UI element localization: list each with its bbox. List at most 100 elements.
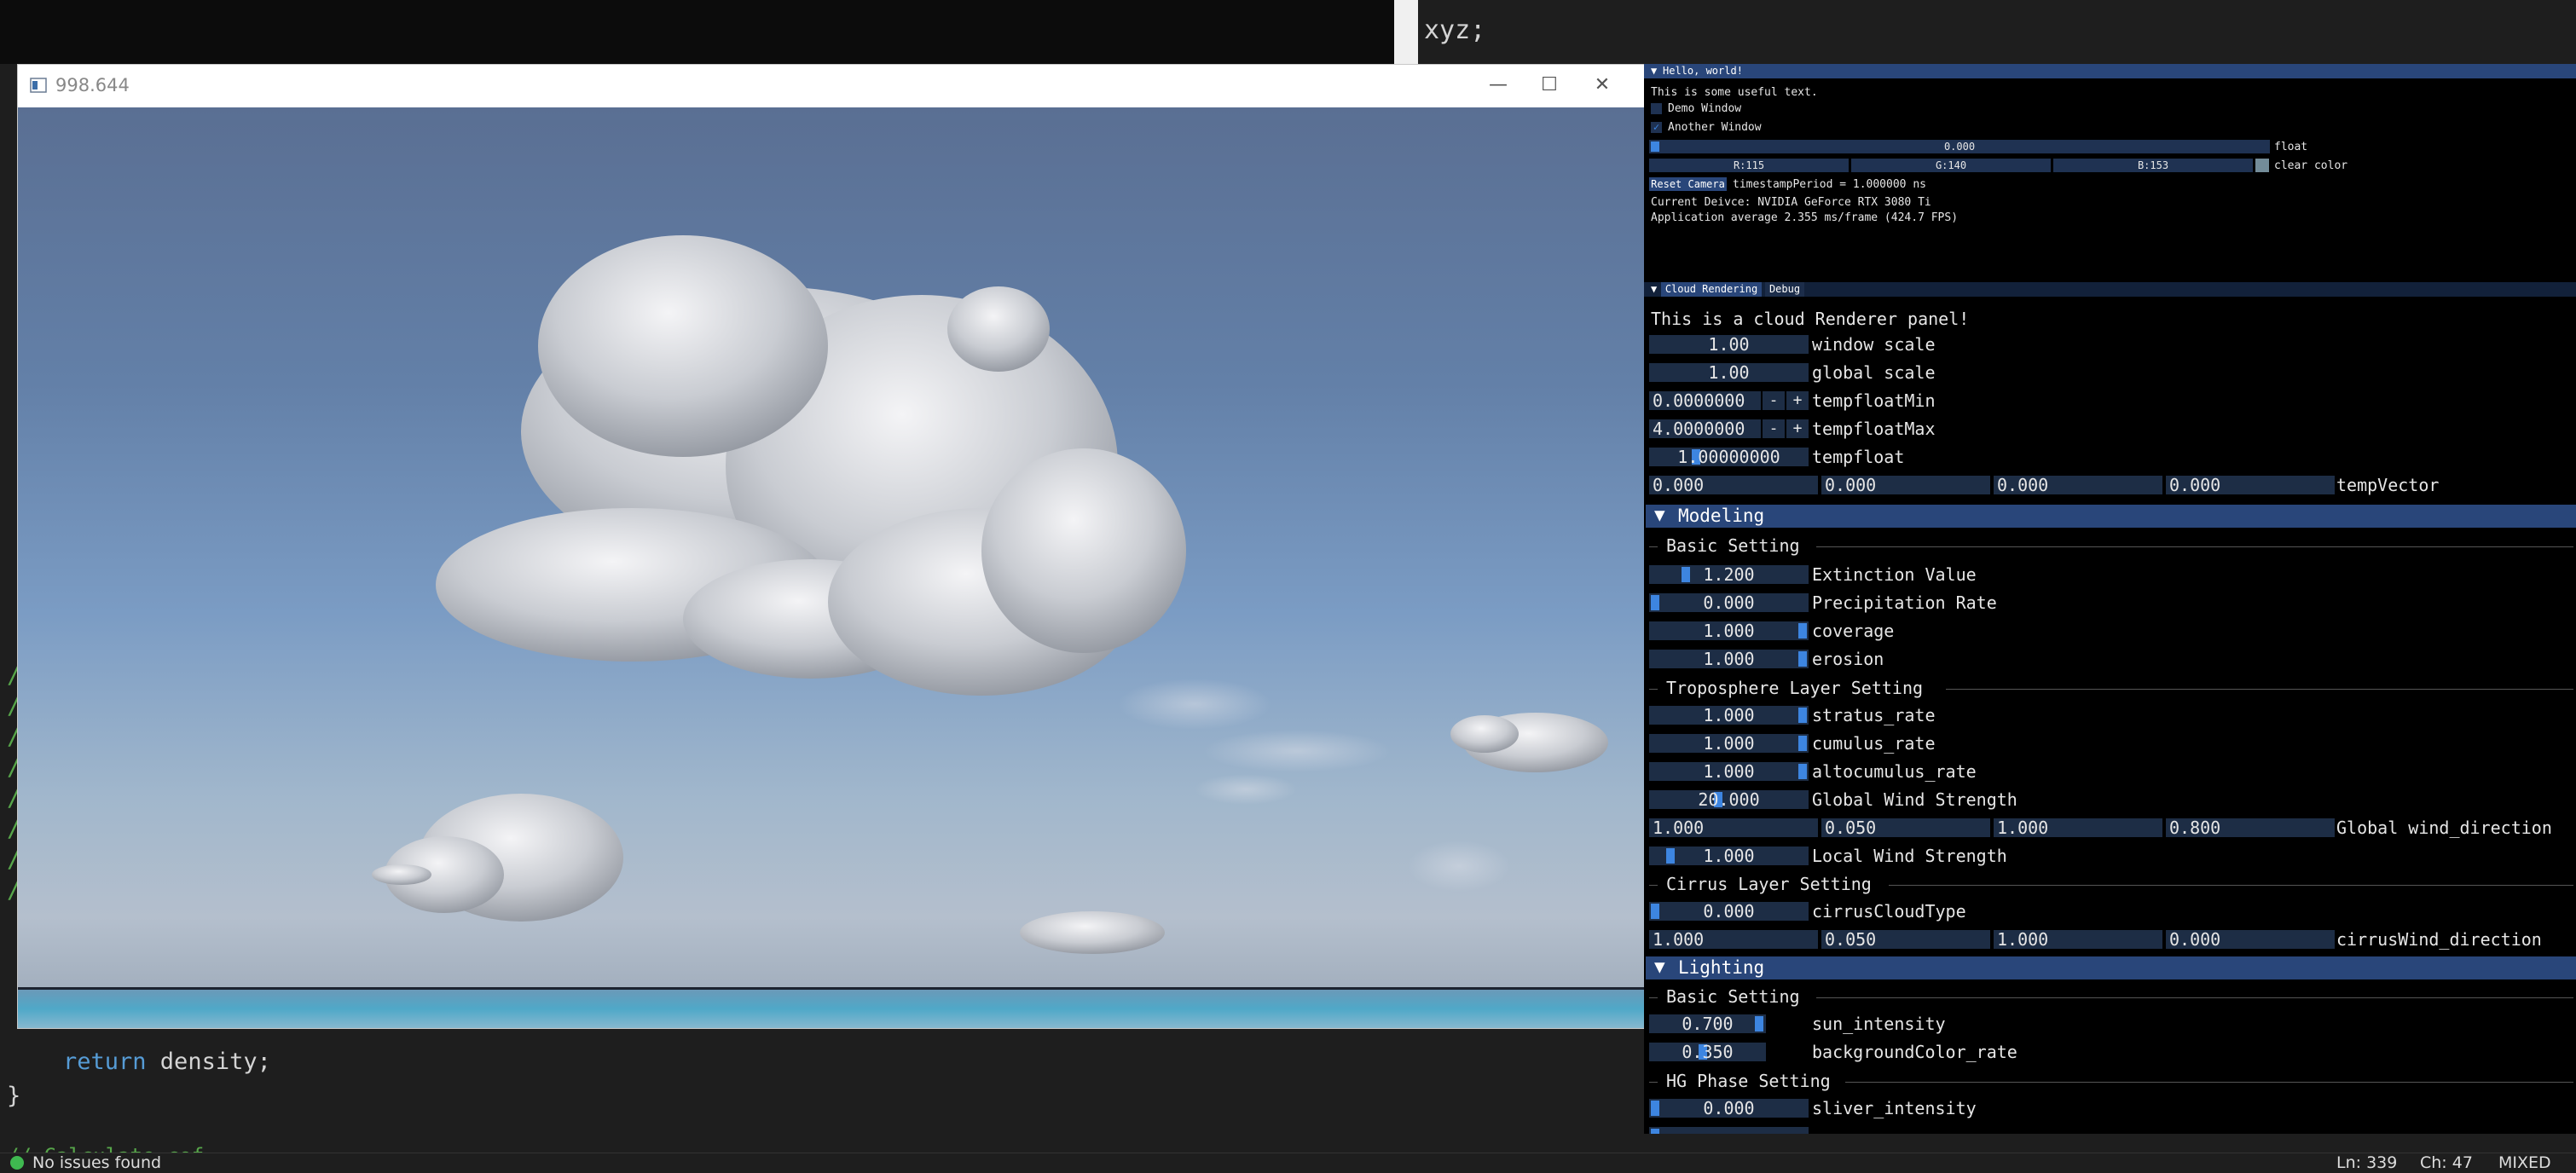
global-wind-dir-z[interactable]: 1.000 <box>1994 818 2162 837</box>
window-scale-value: 1.00 <box>1708 334 1750 355</box>
reset-camera-button[interactable]: Reset Camera <box>1649 177 1727 191</box>
app-window[interactable]: 998.644 — ☐ ✕ <box>17 64 1646 1029</box>
sliver-intensity-slider[interactable]: 0.000 <box>1649 1099 1809 1118</box>
global-wind-slider[interactable]: 20.000 <box>1649 790 1809 809</box>
global-wind-label: Global Wind Strength <box>1812 789 2017 810</box>
precipitation-slider[interactable]: 0.000 <box>1649 593 1809 612</box>
separator <box>1816 997 2573 998</box>
window-titlebar[interactable]: 998.644 — ☐ ✕ <box>18 65 1645 107</box>
float-slider[interactable]: 0.000 <box>1649 140 2270 153</box>
global-scale-label: global scale <box>1812 362 1936 383</box>
coverage-label: coverage <box>1812 621 1895 641</box>
main-cloud <box>436 235 1186 696</box>
tempfloat-slider[interactable]: 1.00000000 <box>1649 448 1809 466</box>
global-wind-dir-x-value: 1.000 <box>1653 818 1705 838</box>
hello-window-header[interactable] <box>1644 64 2576 78</box>
cirrus-wind-dir-w[interactable]: 0.000 <box>2166 930 2335 949</box>
line-indicator[interactable]: Ln: 339 <box>2336 1153 2397 1172</box>
tempfloat-value: 1.00000000 <box>1677 447 1780 467</box>
cirrus-wind-dir-w-value: 0.000 <box>2169 929 2221 950</box>
local-wind-slider[interactable]: 1.000 <box>1649 847 1809 865</box>
erosion-value: 1.000 <box>1703 649 1755 669</box>
modeling-header[interactable]: ▼ Modeling <box>1646 505 2576 528</box>
editor-code-pane-bottom[interactable] <box>0 1027 1646 1155</box>
cumulus-label: cumulus_rate <box>1812 733 1936 754</box>
local-wind-value: 1.000 <box>1703 846 1755 866</box>
cirrus-type-label: cirrusCloudType <box>1812 901 1966 922</box>
clear-color-swatch[interactable] <box>2255 159 2269 172</box>
demo-window-checkbox[interactable] <box>1651 103 1662 114</box>
editor-left-strip: / / / / / / / / <box>0 64 21 1104</box>
tempvector-w[interactable]: 0.000 <box>2166 476 2335 494</box>
tempvector-label: tempVector <box>2336 475 2440 495</box>
cirrus-wind-dir-label: cirrusWind_direction <box>2336 929 2542 950</box>
close-button[interactable]: ✕ <box>1585 72 1619 99</box>
precipitation-value: 0.000 <box>1703 592 1755 613</box>
device-text: Current Deivce: NVIDIA GeForce RTX 3080 … <box>1651 196 1931 209</box>
tempvector-z[interactable]: 0.000 <box>1994 476 2162 494</box>
extinction-slider[interactable]: 1.200 <box>1649 565 1809 584</box>
window-scale-input[interactable]: 1.00 <box>1649 335 1809 354</box>
coverage-slider[interactable]: 1.000 <box>1649 621 1809 640</box>
app-icon <box>30 78 47 93</box>
tab-debug[interactable]: Debug <box>1765 282 1804 297</box>
erosion-label: erosion <box>1812 649 1884 669</box>
color-r-field[interactable]: R:115 <box>1649 159 1849 172</box>
expand-arrow-icon: ▼ <box>1654 956 1665 977</box>
separator <box>1649 689 1658 690</box>
code-line-return: return density; <box>63 1049 271 1075</box>
sliver-spread-slider[interactable] <box>1649 1127 1809 1134</box>
tempfloatmin-value: 0.0000000 <box>1653 390 1745 411</box>
tab-cloud-rendering[interactable]: Cloud Rendering <box>1661 282 1762 297</box>
line-ending-indicator[interactable]: MIXED <box>2498 1153 2551 1172</box>
tempfloatmin-minus-button[interactable]: - <box>1763 391 1785 410</box>
global-wind-dir-z-value: 1.000 <box>1997 818 2049 838</box>
tempvector-w-value: 0.000 <box>2169 475 2221 495</box>
separator <box>1816 546 2573 547</box>
tempvector-y[interactable]: 0.000 <box>1821 476 1990 494</box>
lighting-header[interactable]: ▼ Lighting <box>1646 956 2576 979</box>
global-scale-input[interactable]: 1.00 <box>1649 363 1809 382</box>
color-b-field[interactable]: B:153 <box>2053 159 2253 172</box>
bg-color-rate-value: 0.350 <box>1682 1042 1734 1062</box>
color-g-field[interactable]: G:140 <box>1851 159 2051 172</box>
color-r-value: R:115 <box>1733 159 1765 171</box>
tempfloat-label: tempfloat <box>1812 447 1905 467</box>
erosion-slider[interactable]: 1.000 <box>1649 650 1809 668</box>
column-indicator[interactable]: Ch: 47 <box>2420 1153 2473 1172</box>
cirrus-wind-dir-x[interactable]: 1.000 <box>1649 930 1818 949</box>
useful-text: This is some useful text. <box>1651 86 1818 99</box>
slider-grab[interactable] <box>1651 1129 1659 1134</box>
collapse-arrow-icon[interactable]: ▼ <box>1651 65 1657 77</box>
stratus-value: 1.000 <box>1703 705 1755 725</box>
sun-intensity-value: 0.700 <box>1682 1014 1734 1034</box>
render-viewport[interactable] <box>18 107 1645 1028</box>
global-wind-dir-y[interactable]: 0.050 <box>1821 818 1990 837</box>
global-scale-value: 1.00 <box>1708 362 1750 383</box>
float-value: 0.000 <box>1943 141 1976 153</box>
cumulus-slider[interactable]: 1.000 <box>1649 734 1809 753</box>
another-window-checkbox[interactable]: ✓ <box>1651 122 1662 133</box>
cirrus-type-slider[interactable]: 0.000 <box>1649 902 1809 921</box>
tempfloatmax-plus-button[interactable]: + <box>1786 419 1809 438</box>
global-wind-dir-w[interactable]: 0.800 <box>2166 818 2335 837</box>
sun-intensity-slider[interactable]: 0.700 <box>1649 1014 1766 1033</box>
tempfloatmax-input[interactable]: 4.0000000 <box>1649 419 1761 438</box>
tempvector-x[interactable]: 0.000 <box>1649 476 1818 494</box>
tempfloatmin-plus-button[interactable]: + <box>1786 391 1809 410</box>
maximize-button[interactable]: ☐ <box>1532 72 1566 99</box>
cirrus-wind-dir-z[interactable]: 1.000 <box>1994 930 2162 949</box>
bg-color-rate-slider[interactable]: 0.350 <box>1649 1043 1766 1061</box>
cirrus-wind-dir-y[interactable]: 0.050 <box>1821 930 1990 949</box>
bg-color-rate-label: backgroundColor_rate <box>1812 1042 2017 1062</box>
ocean-surface <box>18 990 1645 1028</box>
minimize-button[interactable]: — <box>1481 72 1515 99</box>
collapse-arrow-icon[interactable]: ▼ <box>1651 283 1657 295</box>
global-wind-dir-label: Global wind_direction <box>2336 818 2552 838</box>
global-wind-dir-x[interactable]: 1.000 <box>1649 818 1818 837</box>
altocumulus-slider[interactable]: 1.000 <box>1649 762 1809 781</box>
tempfloatmin-input[interactable]: 0.0000000 <box>1649 391 1761 410</box>
issues-status[interactable]: No issues found <box>32 1153 161 1172</box>
stratus-slider[interactable]: 1.000 <box>1649 706 1809 725</box>
tempfloatmax-minus-button[interactable]: - <box>1763 419 1785 438</box>
